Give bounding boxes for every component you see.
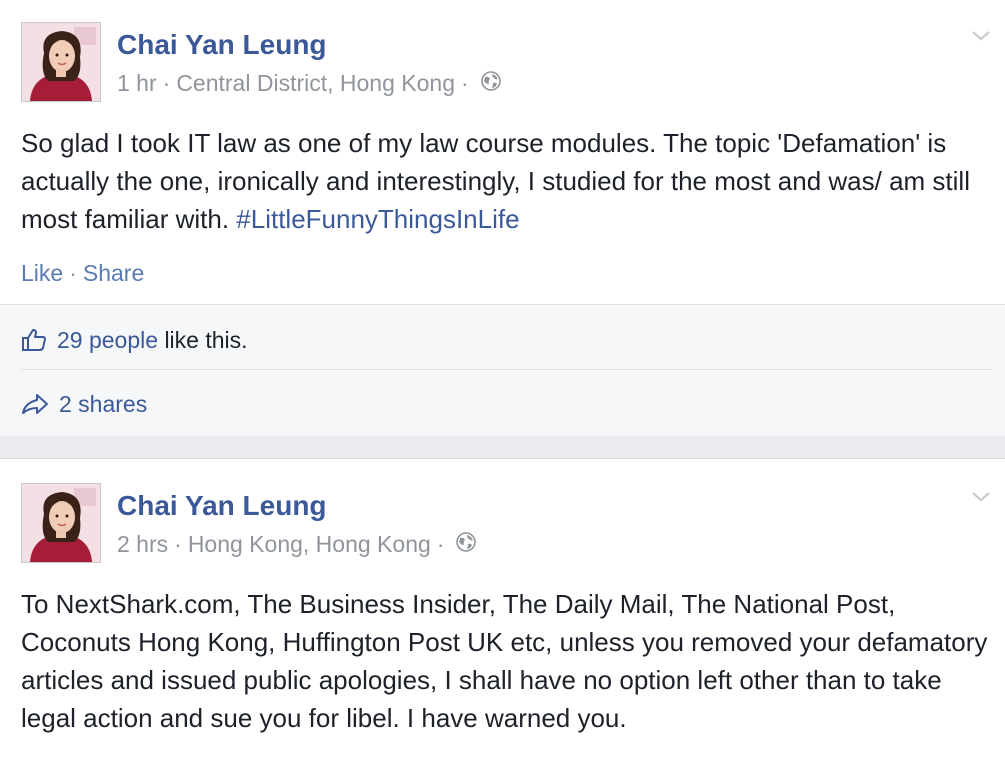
post-location[interactable]: Hong Kong, Hong Kong: [188, 530, 431, 558]
avatar-photo: [22, 23, 100, 101]
share-arrow-icon: [22, 394, 48, 414]
likes-summary: 29 people like this.: [21, 325, 248, 355]
like-button[interactable]: Like: [21, 260, 63, 286]
shares-count-link[interactable]: 2 shares: [59, 391, 147, 418]
author-name[interactable]: Chai Yan Leung: [117, 490, 327, 522]
globe-icon[interactable]: [480, 69, 501, 97]
chevron-down-icon[interactable]: [969, 28, 993, 44]
avatar-photo: [22, 484, 100, 562]
post-text: To NextShark.com, The Business Insider, …: [21, 585, 996, 737]
shares-summary: 2 shares: [21, 389, 147, 419]
post-card: Chai Yan Leung 1 hr · Central District, …: [0, 0, 1005, 436]
stats-divider: [21, 369, 993, 370]
chevron-down-icon[interactable]: [969, 489, 993, 505]
author-avatar[interactable]: [21, 22, 101, 102]
likes-count-link[interactable]: 29 people: [57, 327, 158, 354]
post-actions: Like · Share: [21, 259, 144, 287]
likes-suffix: like this.: [164, 326, 248, 353]
thumbs-up-icon: [22, 329, 46, 351]
share-button[interactable]: Share: [83, 260, 144, 286]
meta-separator: ·: [174, 531, 182, 557]
hashtag-link[interactable]: #LittleFunnyThingsInLife: [236, 204, 519, 234]
globe-icon[interactable]: [456, 530, 477, 558]
meta-separator: ·: [436, 531, 445, 557]
post-text-body: To NextShark.com, The Business Insider, …: [21, 589, 988, 733]
author-name[interactable]: Chai Yan Leung: [117, 29, 327, 61]
post-time[interactable]: 1 hr: [117, 69, 157, 97]
post-location[interactable]: Central District, Hong Kong: [176, 69, 455, 97]
post-stats: 29 people like this. 2 shares: [0, 304, 1005, 436]
post-card: Chai Yan Leung 2 hrs · Hong Kong, Hong K…: [0, 458, 1005, 762]
meta-separator: ·: [461, 70, 469, 96]
post-time[interactable]: 2 hrs: [117, 530, 168, 558]
post-meta: 2 hrs · Hong Kong, Hong Kong ·: [117, 530, 477, 558]
meta-separator: ·: [162, 70, 171, 96]
post-meta: 1 hr · Central District, Hong Kong ·: [117, 69, 501, 97]
action-separator: ·: [69, 260, 77, 286]
post-text: So glad I took IT law as one of my law c…: [21, 124, 996, 238]
author-avatar[interactable]: [21, 483, 101, 563]
